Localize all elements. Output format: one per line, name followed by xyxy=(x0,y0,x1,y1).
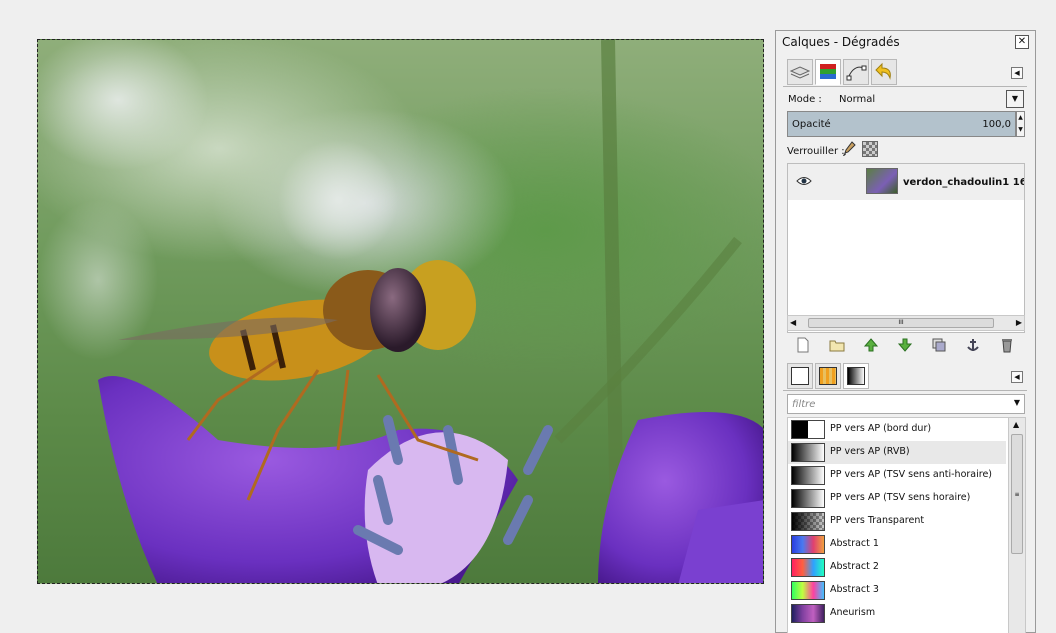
gradient-label: Abstract 2 xyxy=(830,561,879,572)
scroll-thumb[interactable]: III xyxy=(808,318,994,328)
new-layer-group-folder-icon[interactable] xyxy=(829,337,845,353)
gradient-label: PP vers Transparent xyxy=(830,515,925,526)
white-swatch-icon xyxy=(791,367,809,385)
gradient-swatch xyxy=(791,558,825,577)
delete-layer-trash-icon[interactable] xyxy=(999,337,1015,353)
tab-menu-icon[interactable]: ◀ xyxy=(1011,67,1023,79)
list-item[interactable]: Abstract 2 xyxy=(788,556,1006,579)
undo-icon xyxy=(875,62,891,80)
paths-icon xyxy=(846,65,867,81)
tab-layers-stack[interactable] xyxy=(787,59,813,85)
tab-paths[interactable] xyxy=(843,59,869,85)
dock-title: Calques - Dégradés xyxy=(782,35,900,49)
eye-visibility-icon[interactable] xyxy=(796,176,812,186)
gradient-swatch xyxy=(791,420,825,439)
gradient-label: PP vers AP (TSV sens anti-horaire) xyxy=(830,469,992,480)
scroll-up-icon[interactable]: ▲ xyxy=(1013,420,1019,429)
gradient-label: Aneurism xyxy=(830,607,876,618)
dock-tabs: ◀ xyxy=(783,57,1027,87)
list-item[interactable]: Aneurism xyxy=(788,602,1006,625)
mode-select[interactable]: Normal xyxy=(839,94,875,105)
gradient-swatch xyxy=(791,489,825,508)
gradient-label: PP vers AP (bord dur) xyxy=(830,423,932,434)
scroll-right-icon[interactable]: ▶ xyxy=(1016,318,1022,327)
gradient-swatch xyxy=(791,604,825,623)
scroll-left-icon[interactable]: ◀ xyxy=(790,318,796,327)
gradient-filter-input[interactable]: filtre ▼ xyxy=(787,394,1025,414)
anchor-layer-icon[interactable] xyxy=(965,337,981,353)
gradient-label: PP vers AP (RVB) xyxy=(830,446,910,457)
list-item[interactable]: Abstract 1 xyxy=(788,533,1006,556)
layer-row[interactable]: verdon_chadoulin1 160.JF xyxy=(788,164,1024,200)
layer-buttons-bar xyxy=(787,335,1025,355)
image-canvas[interactable] xyxy=(37,39,764,584)
opacity-slider[interactable]: Opacité 100,0 xyxy=(787,111,1016,137)
filter-placeholder: filtre xyxy=(792,399,816,410)
tab-layers[interactable] xyxy=(815,59,841,85)
chevron-down-icon[interactable]: ▼ xyxy=(1014,398,1020,407)
close-icon[interactable]: ✕ xyxy=(1015,35,1029,49)
list-item[interactable]: PP vers Transparent xyxy=(788,510,1006,533)
layer-thumbnail xyxy=(866,168,898,194)
photo-hoverfly-on-flower xyxy=(38,40,763,583)
list-item[interactable]: PP vers AP (RVB) xyxy=(788,441,1006,464)
lower-layer-icon[interactable] xyxy=(897,337,913,353)
pattern-icon xyxy=(819,367,837,385)
lock-label: Verrouiller : xyxy=(787,146,845,157)
gradient-swatch xyxy=(791,512,825,531)
tab-brushes[interactable] xyxy=(787,363,813,389)
gradient-icon xyxy=(847,367,865,385)
lock-pixels-brush-icon[interactable] xyxy=(842,141,856,157)
layers-list: verdon_chadoulin1 160.JF xyxy=(787,163,1025,333)
scroll-thumb[interactable]: ≡ xyxy=(1011,434,1023,554)
layers-gradients-dock: Calques - Dégradés ✕ ◀ Mode: Normal ▼ O… xyxy=(775,30,1036,633)
raise-layer-icon[interactable] xyxy=(863,337,879,353)
list-item[interactable]: Abstract 3 xyxy=(788,579,1006,602)
mode-dropdown-chevron-down-icon[interactable]: ▼ xyxy=(1006,90,1024,108)
list-item[interactable]: PP vers AP (TSV sens horaire) xyxy=(788,487,1006,510)
opacity-label: Opacité xyxy=(792,119,831,130)
gradient-swatch xyxy=(791,581,825,600)
layers-horizontal-scrollbar[interactable]: ◀ III ▶ xyxy=(787,315,1025,331)
tab-undo-history[interactable] xyxy=(871,59,897,85)
layers-stack-icon xyxy=(789,66,811,79)
gradient-label: Abstract 1 xyxy=(830,538,879,549)
tab-menu-icon[interactable]: ◀ xyxy=(1011,371,1023,383)
opacity-value: 100,0 xyxy=(982,119,1011,130)
dock-tabs-lower: ◀ xyxy=(783,361,1027,391)
mode-label: Mode : xyxy=(788,94,822,105)
gradient-swatch xyxy=(791,466,825,485)
gradients-vertical-scrollbar[interactable]: ▲ ≡ xyxy=(1008,418,1025,633)
tab-gradients[interactable] xyxy=(843,363,869,389)
tab-patterns[interactable] xyxy=(815,363,841,389)
layer-name[interactable]: verdon_chadoulin1 160.JF xyxy=(903,177,1024,188)
opacity-spinner[interactable]: ▲ ▼ xyxy=(1016,111,1025,137)
gradients-list: PP vers AP (bord dur) PP vers AP (RVB) P… xyxy=(787,417,1026,633)
gradient-swatch xyxy=(791,443,825,462)
lock-alpha-checker-icon[interactable] xyxy=(862,141,878,157)
layers-icon xyxy=(820,64,836,79)
gradient-swatch xyxy=(791,535,825,554)
duplicate-layer-icon[interactable] xyxy=(931,337,947,353)
new-layer-icon[interactable] xyxy=(795,337,811,353)
gradient-label: PP vers AP (TSV sens horaire) xyxy=(830,492,971,503)
list-item[interactable]: PP vers AP (TSV sens anti-horaire) xyxy=(788,464,1006,487)
list-item[interactable]: PP vers AP (bord dur) xyxy=(788,418,1006,441)
gradient-label: Abstract 3 xyxy=(830,584,879,595)
